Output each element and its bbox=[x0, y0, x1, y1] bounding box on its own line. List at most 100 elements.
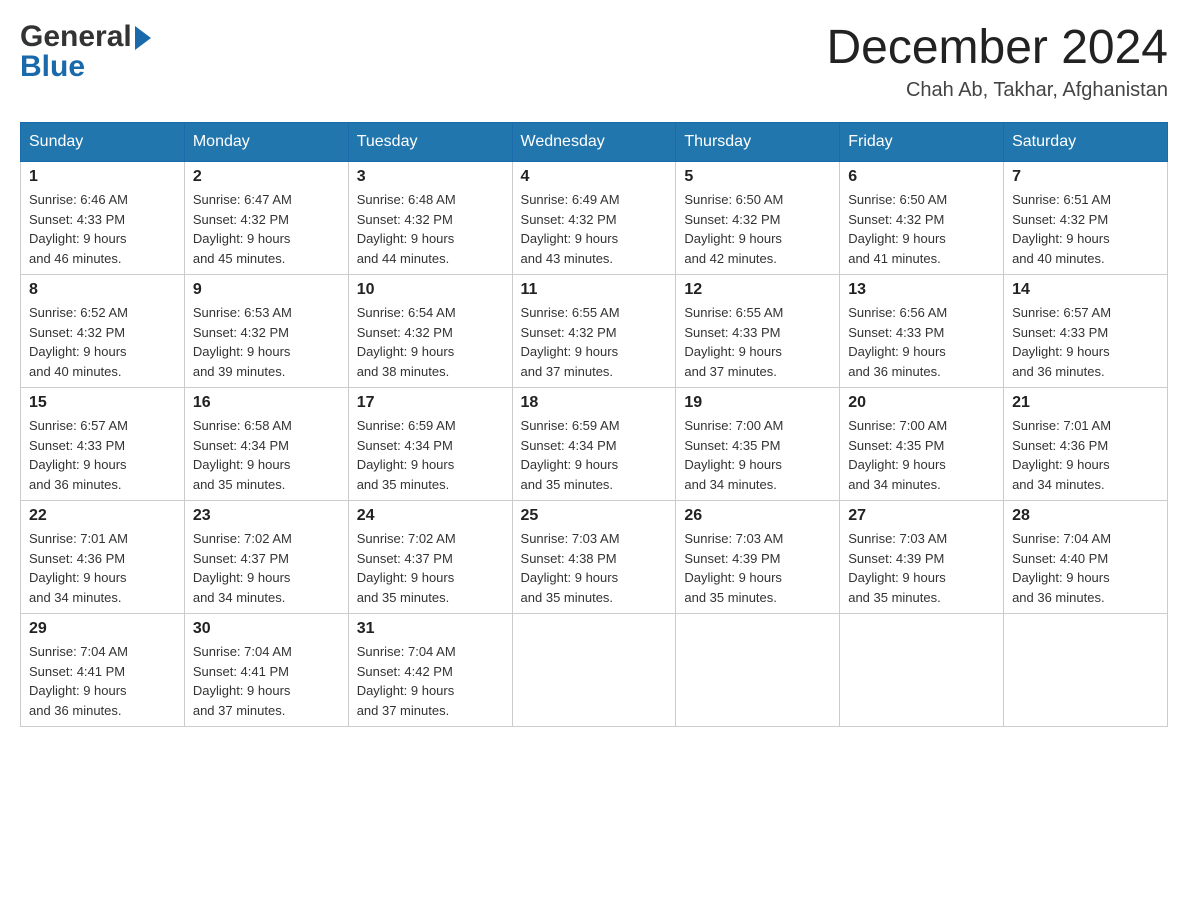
day-number: 8 bbox=[29, 281, 176, 299]
day-number: 16 bbox=[193, 394, 340, 412]
day-number: 20 bbox=[848, 394, 995, 412]
calendar-cell: 6 Sunrise: 6:50 AM Sunset: 4:32 PM Dayli… bbox=[840, 162, 1004, 275]
day-number: 19 bbox=[684, 394, 831, 412]
calendar-cell: 16 Sunrise: 6:58 AM Sunset: 4:34 PM Dayl… bbox=[184, 388, 348, 501]
calendar-cell: 14 Sunrise: 6:57 AM Sunset: 4:33 PM Dayl… bbox=[1004, 275, 1168, 388]
calendar-cell: 10 Sunrise: 6:54 AM Sunset: 4:32 PM Dayl… bbox=[348, 275, 512, 388]
calendar-cell: 28 Sunrise: 7:04 AM Sunset: 4:40 PM Dayl… bbox=[1004, 501, 1168, 614]
calendar-table: Sunday Monday Tuesday Wednesday Thursday… bbox=[20, 122, 1168, 727]
calendar-cell: 31 Sunrise: 7:04 AM Sunset: 4:42 PM Dayl… bbox=[348, 614, 512, 727]
day-info: Sunrise: 7:03 AM Sunset: 4:39 PM Dayligh… bbox=[684, 529, 831, 607]
day-number: 27 bbox=[848, 507, 995, 525]
day-number: 21 bbox=[1012, 394, 1159, 412]
day-number: 14 bbox=[1012, 281, 1159, 299]
day-number: 2 bbox=[193, 168, 340, 186]
day-number: 1 bbox=[29, 168, 176, 186]
day-number: 12 bbox=[684, 281, 831, 299]
day-info: Sunrise: 7:01 AM Sunset: 4:36 PM Dayligh… bbox=[1012, 416, 1159, 494]
day-info: Sunrise: 7:00 AM Sunset: 4:35 PM Dayligh… bbox=[684, 416, 831, 494]
day-info: Sunrise: 7:03 AM Sunset: 4:38 PM Dayligh… bbox=[521, 529, 668, 607]
day-info: Sunrise: 6:52 AM Sunset: 4:32 PM Dayligh… bbox=[29, 303, 176, 381]
day-info: Sunrise: 7:03 AM Sunset: 4:39 PM Dayligh… bbox=[848, 529, 995, 607]
day-number: 6 bbox=[848, 168, 995, 186]
calendar-cell: 24 Sunrise: 7:02 AM Sunset: 4:37 PM Dayl… bbox=[348, 501, 512, 614]
day-number: 7 bbox=[1012, 168, 1159, 186]
day-number: 15 bbox=[29, 394, 176, 412]
calendar-cell bbox=[840, 614, 1004, 727]
day-number: 17 bbox=[357, 394, 504, 412]
day-number: 10 bbox=[357, 281, 504, 299]
calendar-cell: 29 Sunrise: 7:04 AM Sunset: 4:41 PM Dayl… bbox=[21, 614, 185, 727]
day-number: 11 bbox=[521, 281, 668, 299]
day-info: Sunrise: 6:55 AM Sunset: 4:32 PM Dayligh… bbox=[521, 303, 668, 381]
day-info: Sunrise: 7:02 AM Sunset: 4:37 PM Dayligh… bbox=[357, 529, 504, 607]
calendar-header-row: Sunday Monday Tuesday Wednesday Thursday… bbox=[21, 123, 1168, 162]
calendar-cell: 17 Sunrise: 6:59 AM Sunset: 4:34 PM Dayl… bbox=[348, 388, 512, 501]
calendar-cell: 21 Sunrise: 7:01 AM Sunset: 4:36 PM Dayl… bbox=[1004, 388, 1168, 501]
day-number: 23 bbox=[193, 507, 340, 525]
calendar-cell: 25 Sunrise: 7:03 AM Sunset: 4:38 PM Dayl… bbox=[512, 501, 676, 614]
title-area: December 2024 Chah Ab, Takhar, Afghanist… bbox=[826, 20, 1168, 102]
col-monday: Monday bbox=[184, 123, 348, 162]
day-number: 31 bbox=[357, 620, 504, 638]
logo-general-text: General bbox=[20, 20, 132, 54]
day-number: 26 bbox=[684, 507, 831, 525]
day-info: Sunrise: 6:57 AM Sunset: 4:33 PM Dayligh… bbox=[29, 416, 176, 494]
day-number: 28 bbox=[1012, 507, 1159, 525]
calendar-cell: 9 Sunrise: 6:53 AM Sunset: 4:32 PM Dayli… bbox=[184, 275, 348, 388]
calendar-cell: 7 Sunrise: 6:51 AM Sunset: 4:32 PM Dayli… bbox=[1004, 162, 1168, 275]
logo-general-row: General bbox=[20, 20, 151, 54]
day-number: 29 bbox=[29, 620, 176, 638]
calendar-cell bbox=[676, 614, 840, 727]
col-wednesday: Wednesday bbox=[512, 123, 676, 162]
col-thursday: Thursday bbox=[676, 123, 840, 162]
calendar-cell: 3 Sunrise: 6:48 AM Sunset: 4:32 PM Dayli… bbox=[348, 162, 512, 275]
day-info: Sunrise: 6:51 AM Sunset: 4:32 PM Dayligh… bbox=[1012, 190, 1159, 268]
calendar-cell: 2 Sunrise: 6:47 AM Sunset: 4:32 PM Dayli… bbox=[184, 162, 348, 275]
month-title: December 2024 bbox=[826, 20, 1168, 75]
logo-arrow-icon bbox=[135, 26, 151, 50]
calendar-cell: 26 Sunrise: 7:03 AM Sunset: 4:39 PM Dayl… bbox=[676, 501, 840, 614]
calendar-cell: 20 Sunrise: 7:00 AM Sunset: 4:35 PM Dayl… bbox=[840, 388, 1004, 501]
week-row-1: 1 Sunrise: 6:46 AM Sunset: 4:33 PM Dayli… bbox=[21, 162, 1168, 275]
day-number: 24 bbox=[357, 507, 504, 525]
day-info: Sunrise: 6:47 AM Sunset: 4:32 PM Dayligh… bbox=[193, 190, 340, 268]
day-number: 5 bbox=[684, 168, 831, 186]
location-title: Chah Ab, Takhar, Afghanistan bbox=[826, 79, 1168, 102]
logo-blue-text: Blue bbox=[20, 50, 151, 84]
day-info: Sunrise: 7:02 AM Sunset: 4:37 PM Dayligh… bbox=[193, 529, 340, 607]
col-saturday: Saturday bbox=[1004, 123, 1168, 162]
day-info: Sunrise: 7:04 AM Sunset: 4:42 PM Dayligh… bbox=[357, 642, 504, 720]
day-info: Sunrise: 6:55 AM Sunset: 4:33 PM Dayligh… bbox=[684, 303, 831, 381]
day-number: 30 bbox=[193, 620, 340, 638]
day-number: 25 bbox=[521, 507, 668, 525]
calendar-cell bbox=[1004, 614, 1168, 727]
day-number: 9 bbox=[193, 281, 340, 299]
day-number: 3 bbox=[357, 168, 504, 186]
calendar-cell: 13 Sunrise: 6:56 AM Sunset: 4:33 PM Dayl… bbox=[840, 275, 1004, 388]
day-info: Sunrise: 6:53 AM Sunset: 4:32 PM Dayligh… bbox=[193, 303, 340, 381]
day-info: Sunrise: 6:50 AM Sunset: 4:32 PM Dayligh… bbox=[848, 190, 995, 268]
day-number: 13 bbox=[848, 281, 995, 299]
day-info: Sunrise: 6:59 AM Sunset: 4:34 PM Dayligh… bbox=[357, 416, 504, 494]
calendar-cell: 4 Sunrise: 6:49 AM Sunset: 4:32 PM Dayli… bbox=[512, 162, 676, 275]
calendar-cell bbox=[512, 614, 676, 727]
day-info: Sunrise: 6:56 AM Sunset: 4:33 PM Dayligh… bbox=[848, 303, 995, 381]
day-info: Sunrise: 6:59 AM Sunset: 4:34 PM Dayligh… bbox=[521, 416, 668, 494]
calendar-cell: 27 Sunrise: 7:03 AM Sunset: 4:39 PM Dayl… bbox=[840, 501, 1004, 614]
day-number: 18 bbox=[521, 394, 668, 412]
page-header: General Blue December 2024 Chah Ab, Takh… bbox=[20, 20, 1168, 102]
calendar-cell: 18 Sunrise: 6:59 AM Sunset: 4:34 PM Dayl… bbox=[512, 388, 676, 501]
day-info: Sunrise: 6:46 AM Sunset: 4:33 PM Dayligh… bbox=[29, 190, 176, 268]
day-info: Sunrise: 7:04 AM Sunset: 4:41 PM Dayligh… bbox=[29, 642, 176, 720]
day-info: Sunrise: 6:57 AM Sunset: 4:33 PM Dayligh… bbox=[1012, 303, 1159, 381]
logo: General Blue bbox=[20, 20, 151, 84]
calendar-cell: 15 Sunrise: 6:57 AM Sunset: 4:33 PM Dayl… bbox=[21, 388, 185, 501]
calendar-cell: 1 Sunrise: 6:46 AM Sunset: 4:33 PM Dayli… bbox=[21, 162, 185, 275]
day-info: Sunrise: 7:04 AM Sunset: 4:41 PM Dayligh… bbox=[193, 642, 340, 720]
day-info: Sunrise: 6:50 AM Sunset: 4:32 PM Dayligh… bbox=[684, 190, 831, 268]
calendar-cell: 30 Sunrise: 7:04 AM Sunset: 4:41 PM Dayl… bbox=[184, 614, 348, 727]
day-info: Sunrise: 6:58 AM Sunset: 4:34 PM Dayligh… bbox=[193, 416, 340, 494]
col-sunday: Sunday bbox=[21, 123, 185, 162]
calendar-cell: 12 Sunrise: 6:55 AM Sunset: 4:33 PM Dayl… bbox=[676, 275, 840, 388]
